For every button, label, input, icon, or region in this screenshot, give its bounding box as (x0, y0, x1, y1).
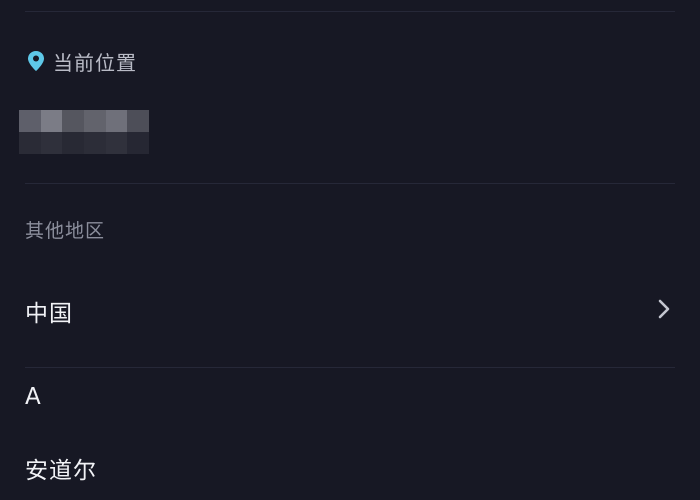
current-location-header: 当前位置 (26, 46, 137, 76)
current-location-label: 当前位置 (53, 50, 137, 75)
top-divider (25, 11, 675, 12)
region-selection-page: 当前位置 其他地区 中国 A 安道尔 (0, 0, 700, 500)
chevron-right-icon (658, 299, 670, 319)
current-location-value-obscured[interactable] (19, 110, 149, 154)
region-item-china[interactable]: 中国 (0, 282, 700, 338)
location-pin-icon (28, 51, 44, 71)
middle-divider (25, 183, 675, 184)
lower-divider (25, 367, 675, 368)
list-item-andorra[interactable]: 安道尔 (25, 451, 97, 485)
index-letter-heading: A (25, 384, 41, 410)
region-item-label: 中国 (25, 301, 73, 327)
other-regions-label: 其他地区 (25, 220, 106, 242)
